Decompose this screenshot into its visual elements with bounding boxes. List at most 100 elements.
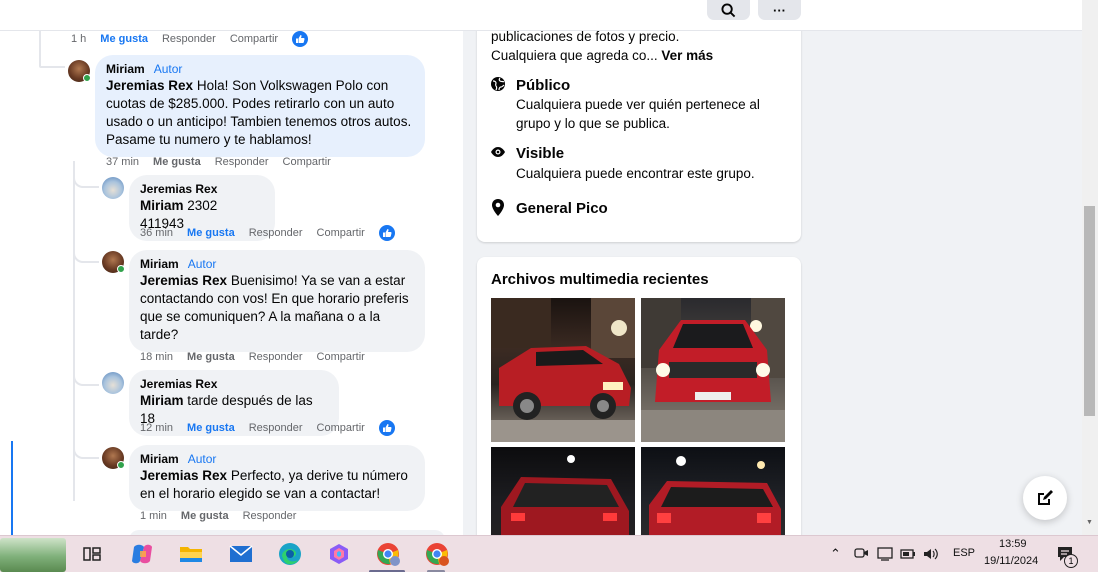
clock-date[interactable]: 19/11/2024 — [984, 555, 1038, 567]
media-photo-red-pickup-side[interactable] — [491, 298, 635, 442]
comment-author[interactable]: Miriam Autor — [106, 61, 413, 77]
red-pickup-truck-image — [491, 298, 635, 442]
share-link[interactable]: Compartir — [317, 422, 365, 434]
comment-meta: 36 min Me gusta Responder Compartir — [140, 225, 395, 241]
online-status-dot — [83, 74, 91, 82]
comment-bubble: Miriam Autor Jeremias Rex Hola! Son Volks… — [95, 55, 425, 157]
reply-link[interactable]: Responder — [249, 351, 303, 363]
chrome-icon[interactable] — [424, 542, 450, 566]
display-icon[interactable] — [877, 547, 893, 561]
location-link[interactable]: General Pico — [516, 199, 608, 218]
microsoft365-icon[interactable] — [326, 542, 352, 566]
share-link[interactable]: Compartir — [283, 156, 331, 168]
page-scrollbar[interactable]: ▼ — [1082, 0, 1098, 535]
mention-link[interactable]: Jeremias Rex — [106, 78, 193, 93]
reply-link[interactable]: Responder — [243, 510, 297, 522]
see-more-link[interactable]: Ver más — [661, 48, 713, 63]
like-reaction-icon[interactable] — [292, 31, 309, 47]
media-photo-red-pickup-rear[interactable] — [491, 447, 635, 535]
mention-link[interactable]: Jeremias Rex — [140, 468, 227, 483]
comment-time[interactable]: 37 min — [106, 156, 139, 168]
meet-now-icon[interactable] — [853, 547, 869, 561]
like-reaction-icon[interactable] — [378, 420, 395, 436]
reply-link[interactable]: Responder — [215, 156, 269, 168]
chevron-up-icon[interactable]: ⌃ — [830, 546, 841, 562]
new-message-button[interactable] — [1023, 476, 1067, 520]
more-options-button[interactable]: ··· — [758, 0, 801, 20]
location-pin-icon — [492, 199, 504, 216]
red-pickup-truck-image — [641, 298, 785, 442]
online-status-dot — [117, 265, 125, 273]
compose-icon — [1038, 490, 1053, 505]
widgets-landscape-icon[interactable] — [0, 538, 66, 572]
more-dots-icon: ··· — [773, 2, 786, 18]
like-link[interactable]: Me gusta — [187, 227, 235, 239]
avatar[interactable] — [102, 177, 124, 199]
comment-time[interactable]: 12 min — [140, 422, 173, 434]
search-button[interactable] — [707, 0, 750, 20]
mention-link[interactable]: Miriam — [140, 198, 184, 213]
comment-meta: 1 min Me gusta Responder — [140, 510, 296, 522]
edge-icon[interactable] — [277, 542, 303, 566]
mail-icon[interactable] — [228, 542, 254, 566]
chrome-profile-icon[interactable] — [375, 542, 401, 566]
windows-taskbar: ⌃ ESP 13:59 19/11/2024 1 — [0, 535, 1098, 572]
visibility-title: Visible — [516, 145, 565, 162]
comment-time[interactable]: 1 h — [71, 33, 86, 45]
new-comment-indicator — [11, 441, 13, 535]
comment-text: Jeremias Rex Buenisimo! Ya se van a esta… — [140, 273, 409, 342]
eye-icon — [491, 147, 505, 157]
thread-connector — [73, 447, 99, 459]
comment-time[interactable]: 1 min — [140, 510, 167, 522]
like-link[interactable]: Me gusta — [181, 510, 229, 522]
scrollbar-thumb[interactable] — [1084, 206, 1095, 416]
notification-count-badge: 1 — [1064, 554, 1078, 568]
thread-connector — [73, 178, 99, 188]
red-pickup-truck-image — [649, 456, 781, 535]
reply-link[interactable]: Responder — [162, 33, 216, 45]
like-link[interactable]: Me gusta — [187, 422, 235, 434]
thread-connector — [73, 251, 99, 263]
like-link[interactable]: Me gusta — [187, 351, 235, 363]
share-link[interactable]: Compartir — [230, 33, 278, 45]
group-description: publicaciones de fotos y precio. Cualqui… — [491, 31, 714, 63]
top-bar: ··· — [0, 0, 1082, 31]
comment-meta: 37 min Me gusta Responder Compartir — [106, 156, 331, 168]
comment-time[interactable]: 36 min — [140, 227, 173, 239]
thread-connector — [73, 376, 99, 386]
mention-link[interactable]: Miriam — [140, 393, 184, 408]
mention-link[interactable]: Jeremias Rex — [140, 273, 227, 288]
comment-author[interactable]: Miriam Autor — [140, 256, 413, 272]
media-photo-red-pickup-front[interactable] — [641, 298, 785, 442]
avatar[interactable] — [102, 372, 124, 394]
share-link[interactable]: Compartir — [317, 227, 365, 239]
media-photo-red-pickup-rear-2[interactable] — [641, 447, 785, 535]
share-link[interactable]: Compartir — [317, 351, 365, 363]
comment-meta: 18 min Me gusta Responder Compartir — [140, 351, 365, 363]
copilot-icon[interactable] — [129, 542, 155, 566]
file-explorer-icon[interactable] — [178, 542, 204, 566]
clock-time[interactable]: 13:59 — [999, 538, 1027, 550]
reply-link[interactable]: Responder — [249, 227, 303, 239]
like-link[interactable]: Me gusta — [100, 33, 148, 45]
comment-time[interactable]: 18 min — [140, 351, 173, 363]
volume-icon[interactable] — [923, 547, 939, 561]
author-badge: Autor — [187, 452, 217, 466]
like-reaction-icon[interactable] — [378, 225, 395, 241]
like-link[interactable]: Me gusta — [153, 156, 201, 168]
comment-meta: 12 min Me gusta Responder Compartir — [140, 420, 395, 436]
comment-meta: 1 h Me gusta Responder Compartir — [71, 31, 309, 47]
privacy-description: Cualquiera puede ver quién pertenece al … — [516, 97, 760, 131]
scroll-down-arrow-icon[interactable]: ▼ — [1086, 519, 1094, 527]
comments-pane: 1 h Me gusta Responder Compartir Miriam A… — [0, 31, 463, 535]
comment-bubble: Miriam Autor Jeremias Rex Perfecto, ya de… — [129, 445, 425, 511]
language-indicator[interactable]: ESP — [953, 547, 975, 559]
globe-icon — [491, 77, 505, 91]
task-view-icon[interactable] — [79, 542, 105, 566]
comment-author[interactable]: Jeremias Rex — [140, 376, 327, 392]
comment-author[interactable]: Miriam Autor — [140, 451, 413, 467]
media-title: Archivos multimedia recientes — [491, 271, 709, 288]
battery-icon[interactable] — [900, 547, 916, 561]
reply-link[interactable]: Responder — [249, 422, 303, 434]
comment-author[interactable]: Jeremias Rex — [140, 181, 263, 197]
